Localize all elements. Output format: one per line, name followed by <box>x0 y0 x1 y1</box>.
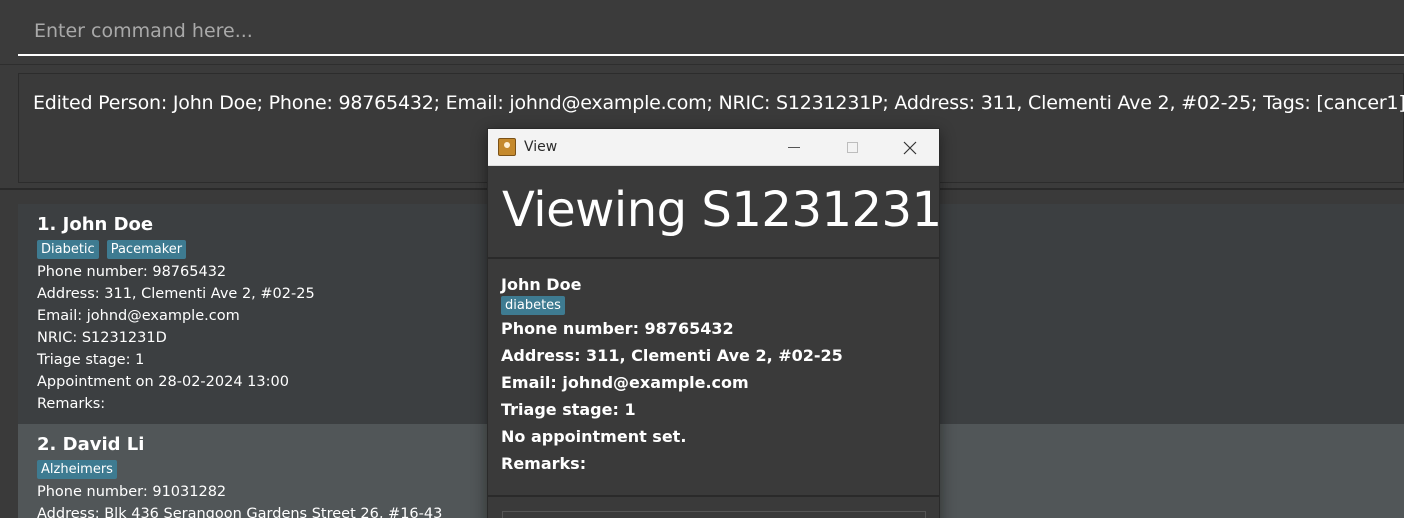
maximize-button[interactable] <box>829 129 875 166</box>
maximize-icon <box>846 142 858 153</box>
view-appointment: No appointment set. <box>501 427 687 446</box>
tag-badge: Pacemaker <box>106 240 187 259</box>
view-email: Email: johnd@example.com <box>501 373 749 392</box>
command-box[interactable] <box>18 8 1404 56</box>
tag-badge: Diabetic <box>37 240 99 259</box>
view-triage: Triage stage: 1 <box>501 400 636 419</box>
minimize-button[interactable] <box>771 129 817 166</box>
view-heading: Viewing S1231231P: <box>502 182 940 238</box>
window-titlebar[interactable]: View <box>488 129 939 166</box>
close-button[interactable] <box>887 129 933 166</box>
tag-badge: Alzheimers <box>37 460 117 479</box>
app-icon <box>498 138 516 156</box>
divider <box>488 495 939 497</box>
command-input[interactable] <box>18 8 1404 54</box>
view-person-name: John Doe <box>501 275 582 294</box>
view-header: Viewing S1231231P: <box>488 166 939 259</box>
view-phone: Phone number: 98765432 <box>501 319 734 338</box>
close-icon <box>903 141 917 154</box>
minimize-icon <box>788 147 800 148</box>
tag-badge: diabetes <box>501 296 565 315</box>
result-text: Edited Person: John Doe; Phone: 98765432… <box>33 92 1404 114</box>
view-remarks-box <box>502 511 926 518</box>
view-remarks: Remarks: <box>501 454 587 473</box>
window-title: View <box>524 139 558 155</box>
view-window[interactable]: View Viewing S1231231P: John Doe diabete… <box>487 128 940 518</box>
view-address: Address: 311, Clementi Ave 2, #02-25 <box>501 346 843 365</box>
view-tag-list: diabetes <box>501 296 939 315</box>
view-details: John Doe diabetes Phone number: 98765432… <box>488 259 939 477</box>
